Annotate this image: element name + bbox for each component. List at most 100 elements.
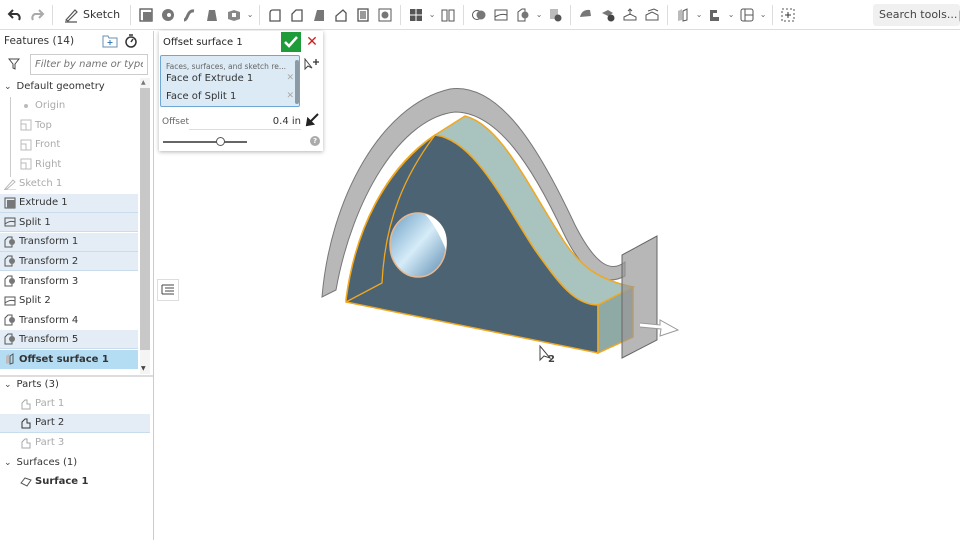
feature-item[interactable]: Origin — [0, 96, 138, 115]
accept-button[interactable] — [281, 32, 301, 52]
right-plane[interactable] — [621, 235, 658, 359]
feature-item[interactable]: Transform 2 — [0, 252, 138, 271]
offset-surface-tool[interactable] — [672, 3, 694, 27]
extrude-icon — [4, 197, 16, 209]
scrollbar-thumb[interactable] — [140, 88, 150, 350]
chevron-down-icon[interactable]: ⌄ — [4, 82, 12, 92]
top-face[interactable] — [345, 115, 636, 306]
rollback-timer-icon[interactable] — [124, 34, 138, 48]
cancel-button[interactable]: ✕ — [304, 32, 320, 52]
part-icon — [20, 398, 32, 410]
redo-button[interactable] — [26, 3, 48, 27]
boolean-tool[interactable] — [468, 3, 490, 27]
loft-tool[interactable] — [201, 3, 223, 27]
offset-value-input[interactable]: 0.4 in — [269, 116, 301, 127]
pencil-icon — [65, 8, 78, 23]
chevron-down-icon[interactable]: ⌄ — [534, 10, 544, 19]
part-item[interactable]: Part 2 — [0, 413, 150, 433]
scroll-down-icon[interactable]: ▼ — [141, 365, 146, 372]
delete-part-tool[interactable] — [544, 3, 566, 27]
chevron-down-icon[interactable]: ⌄ — [427, 10, 437, 19]
direction-arrow-icon[interactable] — [639, 319, 680, 337]
selection-item[interactable]: Face of Split 1 ✕ — [166, 91, 294, 102]
fillet-icon — [269, 8, 281, 22]
chevron-down-icon[interactable]: ⌄ — [4, 380, 12, 390]
flip-direction-icon[interactable] — [305, 113, 319, 127]
selection-scrollbar[interactable] — [295, 60, 299, 104]
chevron-down-icon[interactable]: ⌄ — [758, 10, 768, 19]
chamfer-tool[interactable] — [286, 3, 308, 27]
chevron-down-icon[interactable]: ⌄ — [4, 458, 12, 468]
split-icon — [494, 9, 508, 20]
fillet-tool[interactable] — [264, 3, 286, 27]
search-tools-input[interactable]: Search tools...alt — [873, 4, 960, 26]
offset-slider-handle[interactable] — [216, 137, 225, 146]
filter-icon[interactable] — [8, 58, 20, 70]
part-side-face[interactable] — [597, 285, 634, 355]
undo-button[interactable] — [4, 3, 26, 27]
thicken-tool[interactable] — [223, 3, 245, 27]
revolve-tool[interactable] — [157, 3, 179, 27]
add-selection-icon[interactable] — [304, 58, 320, 72]
feature-item[interactable]: Right — [0, 155, 138, 174]
move-face-tool[interactable] — [619, 3, 641, 27]
offset-surface[interactable] — [321, 88, 626, 298]
chevron-down-icon[interactable]: ⌄ — [726, 10, 736, 19]
feature-item[interactable]: Transform 5 — [0, 330, 138, 349]
boolean-icon — [472, 9, 486, 20]
feature-list-toggle-button[interactable] — [157, 279, 179, 301]
transform-tool[interactable] — [512, 3, 534, 27]
selection-field[interactable]: Faces, surfaces, and sketch re... Face o… — [160, 55, 300, 107]
part-item[interactable]: Part 1 — [0, 394, 150, 413]
help-icon[interactable]: ? — [310, 136, 320, 146]
chevron-down-icon[interactable]: ⌄ — [694, 10, 704, 19]
sheet-metal-icon — [710, 9, 720, 21]
pattern-tool[interactable] — [405, 3, 427, 27]
add-custom-feature-button[interactable] — [777, 3, 799, 27]
shell-tool[interactable] — [352, 3, 374, 27]
hole[interactable] — [389, 212, 447, 278]
extrude-tool[interactable] — [135, 3, 157, 27]
part-front-face[interactable] — [345, 134, 599, 354]
surface-item[interactable]: Surface 1 — [0, 472, 150, 491]
draft-icon — [314, 9, 325, 21]
surfaces-group[interactable]: ⌄ Surfaces (1) — [0, 453, 150, 472]
filter-input[interactable] — [30, 54, 148, 75]
chevron-down-icon[interactable]: ⌄ — [245, 10, 255, 19]
selection-item[interactable]: Face of Extrude 1 ✕ — [166, 73, 294, 84]
frame-tool[interactable] — [736, 3, 758, 27]
modify-fillet-tool[interactable] — [575, 3, 597, 27]
replace-face-tool[interactable] — [641, 3, 663, 27]
remove-icon[interactable]: ✕ — [286, 91, 294, 101]
sweep-tool[interactable] — [179, 3, 201, 27]
draft-tool[interactable] — [308, 3, 330, 27]
mirror-tool[interactable] — [437, 3, 459, 27]
split-tool[interactable] — [490, 3, 512, 27]
part-item[interactable]: Part 3 — [0, 433, 150, 452]
parts-group[interactable]: ⌄ Parts (3) — [0, 375, 150, 394]
selection-label: Face of Extrude 1 — [166, 73, 254, 84]
hole-tool[interactable] — [374, 3, 396, 27]
remove-icon[interactable]: ✕ — [286, 73, 294, 83]
feature-item[interactable]: Split 2 — [0, 291, 138, 310]
offset-slider-track[interactable] — [163, 141, 247, 143]
default-geometry-group[interactable]: ⌄ Default geometry — [0, 77, 138, 96]
feature-item[interactable]: Transform 3 — [0, 272, 138, 291]
feature-item[interactable]: Front — [0, 135, 138, 154]
delete-part-icon — [550, 8, 562, 21]
feature-item[interactable]: Transform 1 — [0, 232, 138, 252]
feature-item[interactable]: Split 1 — [0, 213, 138, 232]
rib-tool[interactable] — [330, 3, 352, 27]
sketch-button[interactable]: Sketch — [57, 3, 126, 27]
scroll-up-icon[interactable]: ▲ — [141, 79, 146, 86]
delete-face-tool[interactable] — [597, 3, 619, 27]
feature-list-scrollbar[interactable]: ▲ ▼ — [140, 78, 150, 374]
add-folder-icon[interactable] — [102, 34, 118, 48]
feature-item[interactable]: Transform 4 — [0, 311, 138, 330]
feature-item[interactable]: Extrude 1 — [0, 193, 138, 213]
feature-item[interactable]: Top — [0, 116, 138, 135]
feature-item[interactable]: Sketch 1 — [0, 174, 138, 193]
sheet-metal-tool[interactable] — [704, 3, 726, 27]
feature-item[interactable]: Offset surface 1 — [0, 349, 138, 369]
sketch-label: Sketch — [83, 8, 121, 21]
